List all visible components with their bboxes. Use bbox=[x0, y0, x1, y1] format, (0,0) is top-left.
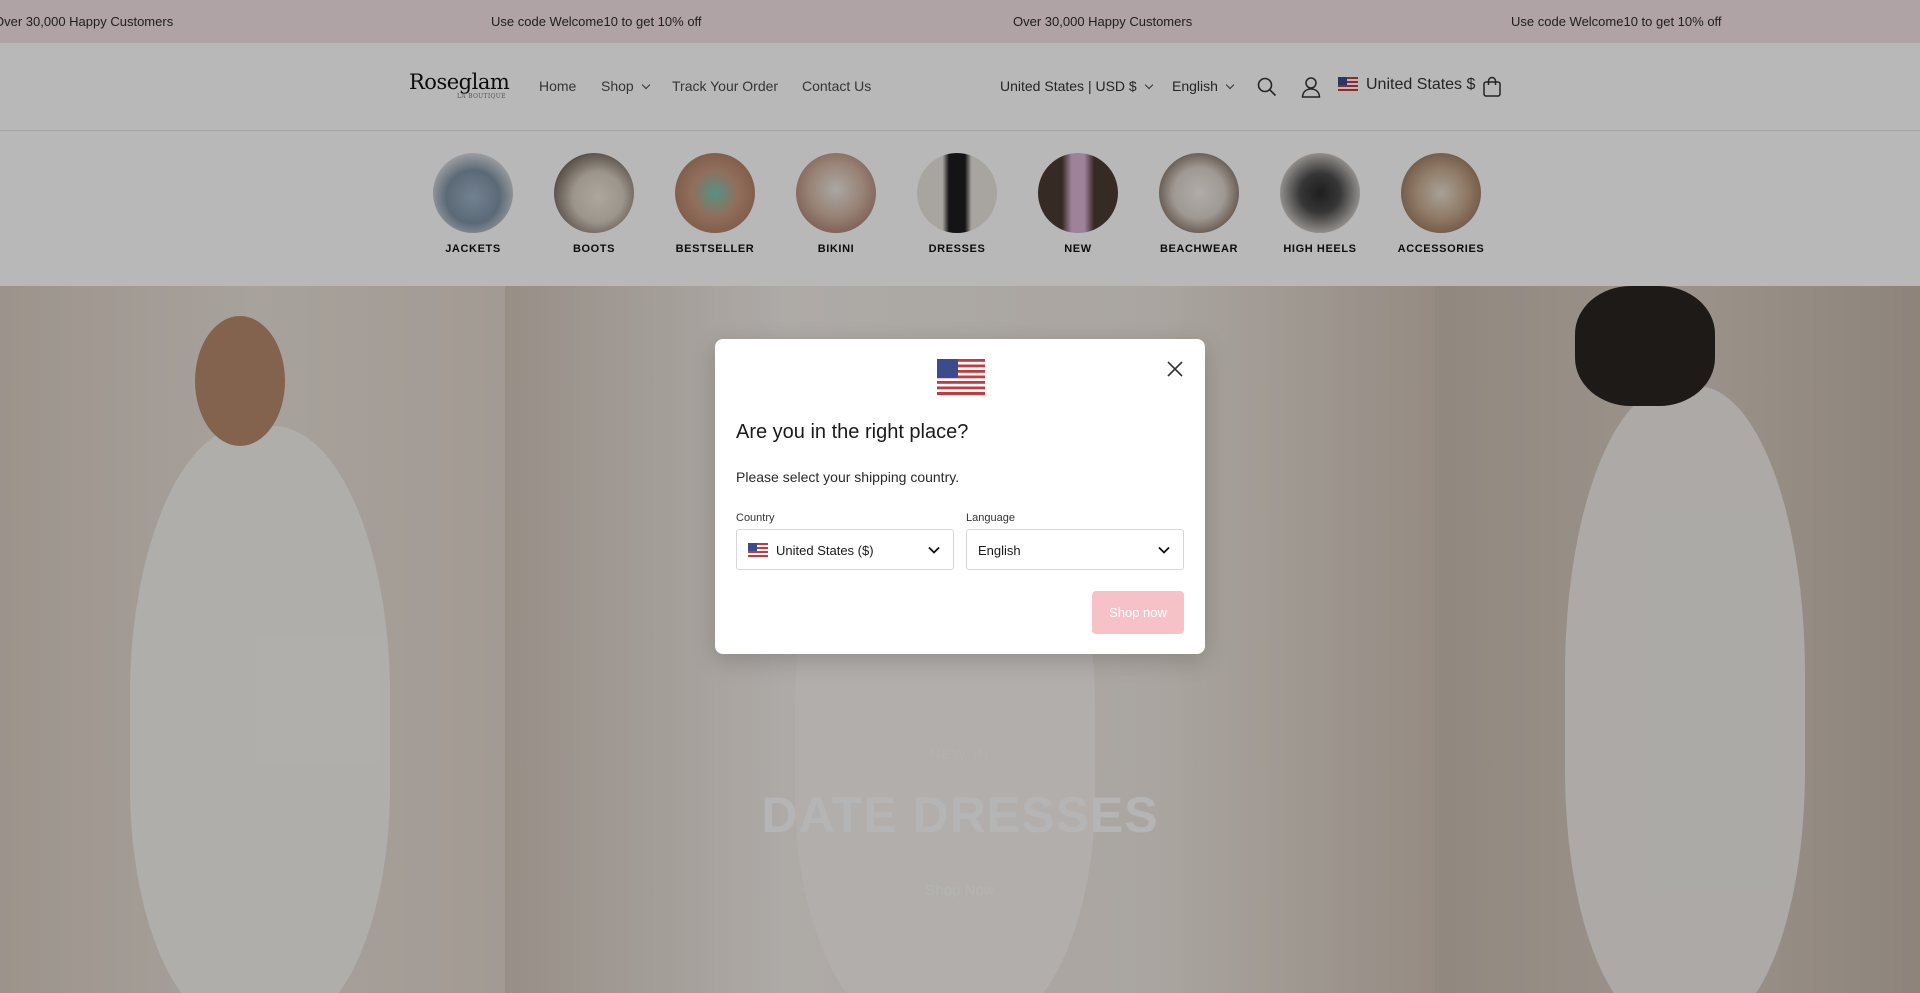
chevron-down-icon bbox=[928, 546, 940, 554]
us-flag-icon bbox=[748, 543, 768, 557]
modal-title: Are you in the right place? bbox=[736, 421, 969, 443]
language-select[interactable]: English bbox=[966, 529, 1184, 570]
country-select[interactable]: United States ($) bbox=[736, 529, 954, 570]
country-selector-modal: Are you in the right place? Please selec… bbox=[715, 339, 1205, 654]
country-value-text: United States ($) bbox=[776, 543, 874, 558]
language-select-value: English bbox=[978, 543, 1021, 558]
country-label: Country bbox=[736, 512, 775, 524]
modal-subtitle: Please select your shipping country. bbox=[736, 469, 960, 485]
us-flag-icon bbox=[937, 359, 985, 395]
close-icon[interactable] bbox=[1165, 359, 1185, 379]
chevron-down-icon bbox=[1158, 546, 1170, 554]
shop-now-button[interactable]: Shop now bbox=[1092, 591, 1184, 634]
country-select-value: United States ($) bbox=[748, 543, 874, 558]
language-label: Language bbox=[966, 512, 1015, 524]
